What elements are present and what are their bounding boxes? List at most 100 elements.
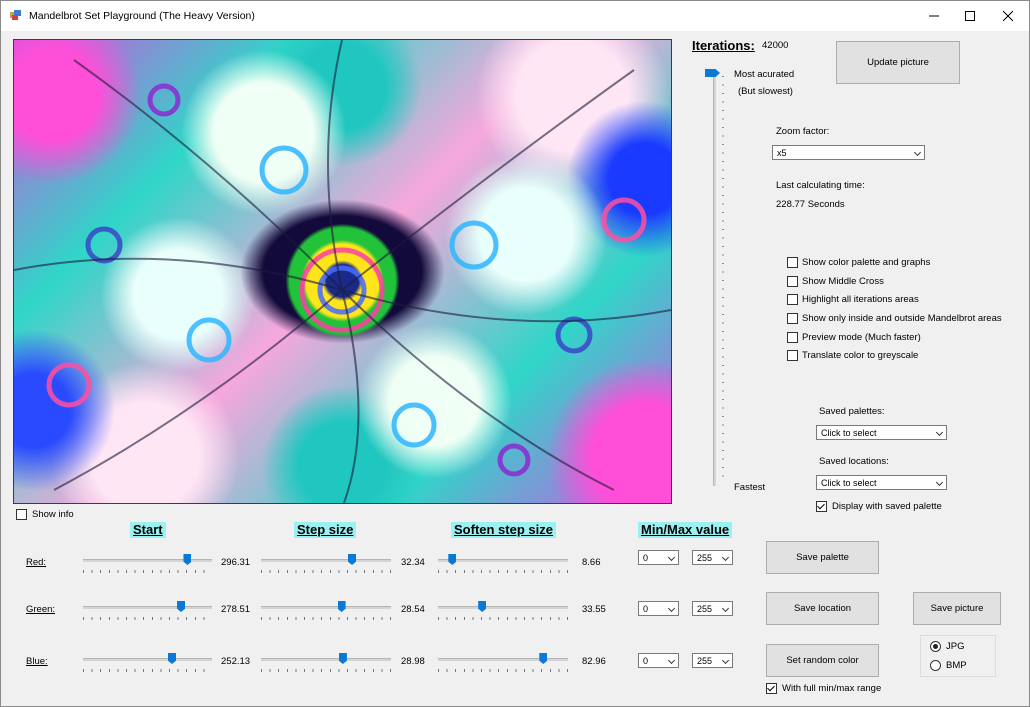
display-saved-palette-checkbox[interactable] <box>816 501 827 512</box>
close-button[interactable] <box>989 1 1027 31</box>
minimize-icon <box>929 15 939 17</box>
blue-step-slider[interactable] <box>261 653 391 673</box>
header-soften: Soften step size <box>451 522 556 538</box>
app-icon <box>10 10 21 20</box>
chevron-down-icon <box>667 656 676 665</box>
calc-time-label: Last calculating time: <box>776 180 865 191</box>
slider-top-sublabel: (But slowest) <box>738 86 793 97</box>
calc-time-value: 228.77 Seconds <box>776 199 845 210</box>
blue-soften-slider[interactable] <box>438 653 568 673</box>
format-radio-jpg[interactable] <box>930 641 941 652</box>
slider-thumb[interactable] <box>183 554 192 565</box>
red-soften-value: 8.66 <box>582 557 601 568</box>
channel-label: Red: <box>26 557 47 568</box>
zoom-label: Zoom factor: <box>776 126 830 137</box>
zoom-select-value: x5 <box>777 148 787 158</box>
app-window: Mandelbrot Set Playground (The Heavy Ver… <box>0 0 1030 707</box>
option-checkbox[interactable] <box>787 257 798 268</box>
green-soften-slider[interactable] <box>438 601 568 621</box>
channel-label: Blue: <box>26 656 48 667</box>
option-checkbox[interactable] <box>787 294 798 305</box>
red-max-value: 255 <box>697 553 713 563</box>
green-start-value: 278.51 <box>221 604 251 615</box>
green-soften-value: 33.55 <box>582 604 606 615</box>
slider-thumb[interactable] <box>448 554 457 565</box>
red-start-value: 296.31 <box>221 557 251 568</box>
option-label: Show Middle Cross <box>802 276 884 287</box>
minimize-button[interactable] <box>915 1 953 31</box>
saved-palettes-label: Saved palettes: <box>819 406 885 417</box>
option-label: Show color palette and graphs <box>802 257 931 268</box>
header-start: Start <box>130 522 166 538</box>
saved-palettes-value: Click to select <box>821 428 877 438</box>
update-picture-button[interactable]: Update picture <box>836 41 960 84</box>
red-soften-slider[interactable] <box>438 554 568 574</box>
chevron-down-icon <box>935 478 944 487</box>
show-info-checkbox[interactable] <box>16 509 27 520</box>
iterations-slider-track[interactable] <box>713 71 716 486</box>
option-checkbox[interactable] <box>787 313 798 324</box>
slider-thumb[interactable] <box>478 601 487 612</box>
maximize-icon <box>965 11 975 21</box>
chevron-down-icon <box>721 656 730 665</box>
blue-max-select[interactable]: 255 <box>692 653 733 668</box>
iterations-slider-ticks <box>722 76 724 484</box>
slider-top-label: Most acurated <box>734 69 795 80</box>
green-max-value: 255 <box>697 604 713 614</box>
option-checkbox[interactable] <box>787 350 798 361</box>
slider-thumb[interactable] <box>177 601 186 612</box>
option-checkbox[interactable] <box>787 332 798 343</box>
chevron-down-icon <box>667 604 676 613</box>
save-location-button[interactable]: Save location <box>766 592 879 625</box>
green-step-slider[interactable] <box>261 601 391 621</box>
option-label: Translate color to greyscale <box>802 350 919 361</box>
green-start-slider[interactable] <box>83 601 212 621</box>
slider-thumb[interactable] <box>348 554 356 565</box>
display-saved-palette-label: Display with saved palette <box>832 501 942 512</box>
full-range-label: With full min/max range <box>782 683 882 694</box>
option-checkbox[interactable] <box>787 276 798 287</box>
title-bar: Mandelbrot Set Playground (The Heavy Ver… <box>1 1 1029 31</box>
chevron-down-icon <box>721 604 730 613</box>
iterations-value: 42000 <box>762 40 789 51</box>
iterations-label: Iterations: <box>692 38 755 53</box>
close-icon <box>1003 11 1013 21</box>
full-range-checkbox[interactable] <box>766 683 777 694</box>
green-max-select[interactable]: 255 <box>692 601 733 616</box>
red-max-select[interactable]: 255 <box>692 550 733 565</box>
random-color-button[interactable]: Set random color <box>766 644 879 677</box>
chevron-down-icon <box>721 553 730 562</box>
slider-bottom-label: Fastest <box>734 482 766 493</box>
blue-start-slider[interactable] <box>83 653 212 673</box>
maximize-button[interactable] <box>951 1 989 31</box>
chevron-down-icon <box>667 553 676 562</box>
red-start-slider[interactable] <box>83 554 212 574</box>
green-min-select[interactable]: 0 <box>638 601 679 616</box>
red-step-slider[interactable] <box>261 554 391 574</box>
slider-thumb[interactable] <box>539 653 548 664</box>
slider-thumb[interactable] <box>168 653 176 664</box>
fractal-image <box>14 40 671 503</box>
option-label: Show only inside and outside Mandelbrot … <box>802 313 1002 324</box>
saved-locations-value: Click to select <box>821 478 877 488</box>
zoom-select[interactable]: x5 <box>772 145 925 160</box>
chevron-down-icon <box>913 148 922 157</box>
chevron-down-icon <box>935 428 944 437</box>
red-min-select[interactable]: 0 <box>638 550 679 565</box>
slider-thumb[interactable] <box>337 601 346 612</box>
save-palette-button[interactable]: Save palette <box>766 541 879 574</box>
format-radio-bmp[interactable] <box>930 660 941 671</box>
format-option-label: BMP <box>946 660 967 671</box>
show-info-label: Show info <box>32 509 74 520</box>
blue-min-value: 0 <box>643 656 649 666</box>
red-min-value: 0 <box>643 553 649 563</box>
saved-locations-select[interactable]: Click to select <box>816 475 947 490</box>
window-title: Mandelbrot Set Playground (The Heavy Ver… <box>29 10 255 22</box>
red-step-value: 32.34 <box>401 557 425 568</box>
fractal-canvas[interactable] <box>13 39 672 504</box>
slider-thumb[interactable] <box>338 653 347 664</box>
save-picture-button[interactable]: Save picture <box>913 592 1001 625</box>
iterations-slider-thumb[interactable] <box>705 69 720 77</box>
saved-palettes-select[interactable]: Click to select <box>816 425 947 440</box>
blue-min-select[interactable]: 0 <box>638 653 679 668</box>
